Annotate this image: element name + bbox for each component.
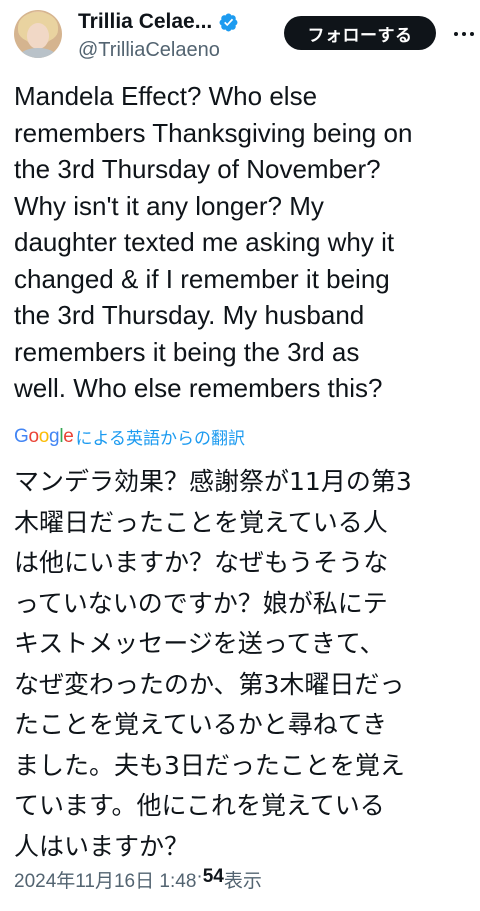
translated-text-line: たことを覚えているかと尋ねてき [14,710,388,739]
translated-text-line: なぜ変わったのか、第3木曜日だっ [14,669,405,699]
author-handle[interactable]: @TrilliaCelaeno [78,39,220,62]
translated-text-line: キストメッセージを送ってきて、 [14,629,385,658]
tweet-text-line: remembers it being the 3rd as [14,336,360,367]
verified-badge-icon [219,13,238,31]
translated-text-line: 木曜日だったことを覚えている人 [14,507,388,537]
tweet-text-line: changed & if I remember it being [14,263,390,294]
follow-button[interactable]: フォローする [284,16,436,50]
tweet-text-line: the 3rd Thursday. My husband [14,300,365,330]
translation-link[interactable]: による英語からの翻訳 [76,424,246,449]
translated-text-line: ました。夫も3日だったことを覚え [14,750,405,780]
translated-text-line: は他にいますか？なぜもうそうな [14,548,389,577]
tweet-meta: 2024年11月16日 1:48 · 54 表示 [14,866,262,893]
author-display-name[interactable]: Trillia Celae... [78,10,212,34]
tweet-text-line: the 3rd Thursday of November? [14,154,381,184]
tweet-text-line: remembers Thanksgiving being on [14,117,413,148]
views-label: 表示 [223,871,262,892]
translated-text-line: 人はいますか？ [14,831,190,861]
tweet-text-line: well. Who else remembers this? [14,373,383,403]
tweet-text-line: Mandela Effect? Who else [14,81,318,111]
views-count: 54 [202,866,224,887]
translation-attribution[interactable]: Google による英語からの翻訳 [14,424,246,450]
tweet-timestamp[interactable]: 2024年11月16日 1:48 [14,866,196,893]
more-icon[interactable] [452,22,476,46]
avatar[interactable] [14,10,62,58]
author-name-row[interactable]: Trillia Celae... [78,10,239,34]
tweet-text-line: Why isn't it any longer? My [14,190,324,221]
tweet-header: Trillia Celae... @TrilliaCelaeno フォローする [0,0,480,72]
translated-tweet-text: マンデラ効果？感謝祭が11月の第3 木曜日だったことを覚えている人 は他にいます… [14,462,476,867]
translated-text-line: ています。他にこれを覚えている [14,791,385,820]
tweet-text-line: daughter texted me asking why it [14,227,395,257]
tweet-text: Mandela Effect? Who else remembers Thank… [14,78,476,407]
translated-text-line: マンデラ効果？感謝祭が11月の第3 [14,467,412,496]
google-logo: Google [14,425,74,447]
translated-text-line: っていないのですか？娘が私にテ [14,588,388,618]
